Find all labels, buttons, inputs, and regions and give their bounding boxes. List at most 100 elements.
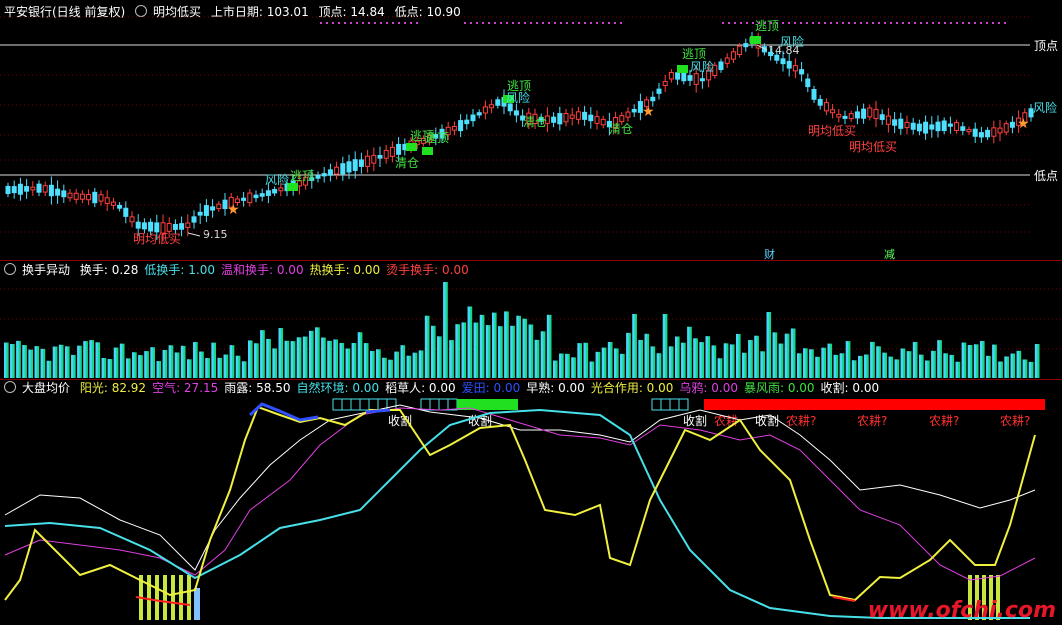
- candle-body: [135, 221, 141, 229]
- signal-label-buy: 明均低买: [808, 124, 856, 138]
- turnover-bar-highlight: [101, 357, 104, 378]
- candle-body: [867, 107, 873, 118]
- environment-box: [368, 398, 379, 411]
- signal-dot: [968, 22, 970, 24]
- signal-dot: [398, 22, 400, 24]
- candle-body: [898, 118, 904, 129]
- candle-body: [73, 192, 79, 200]
- candle-body: [36, 183, 42, 193]
- candle-body: [241, 197, 247, 201]
- turnover-bar-highlight: [540, 331, 544, 378]
- candle-body: [681, 72, 687, 82]
- turnover-bar-highlight: [766, 312, 769, 378]
- turnover-bar-highlight: [193, 342, 196, 378]
- candle-body: [978, 132, 984, 138]
- turnover-bar-highlight: [424, 315, 428, 378]
- turnover-bar-highlight: [339, 342, 342, 378]
- turnover-bar-highlight: [955, 361, 958, 378]
- price-panel[interactable]: 平安银行(日线 前复权) 明均低买 上市日期: 103.01 顶点: 14.84…: [0, 0, 1062, 261]
- candle-body: [377, 154, 383, 159]
- candle-body: [923, 121, 929, 134]
- signal-dot: [794, 22, 796, 24]
- signal-dot: [332, 22, 334, 24]
- signal-dot: [548, 22, 550, 24]
- candle-body: [724, 57, 730, 64]
- signal-dot: [362, 22, 364, 24]
- signal-dot: [386, 22, 388, 24]
- candle-body: [464, 119, 470, 125]
- turnover-bar-highlight: [809, 349, 812, 378]
- signal-dot: [326, 22, 328, 24]
- signal-dot: [344, 22, 346, 24]
- candle-body: [600, 118, 606, 126]
- candle-body: [259, 193, 265, 197]
- turnover-bar-highlight: [595, 351, 598, 378]
- candle-body: [811, 89, 817, 100]
- signal-dot: [806, 22, 808, 24]
- turnover-bar-highlight: [839, 353, 842, 378]
- turnover-bar-highlight: [626, 332, 629, 378]
- signal-dot: [530, 22, 532, 24]
- signal-dot: [584, 22, 586, 24]
- turnover-bar-highlight: [144, 351, 147, 378]
- signal-dot: [830, 22, 832, 24]
- farm-q-label: 农耕?: [857, 413, 887, 428]
- candle-body: [1009, 121, 1015, 128]
- turnover-bar-highlight: [546, 314, 550, 378]
- signal-dot: [596, 22, 598, 24]
- turnover-bar-highlight: [168, 345, 171, 378]
- turnover-bar-highlight: [174, 352, 178, 378]
- signal-dot: [944, 22, 946, 24]
- signal-label-risk: 风险: [690, 59, 714, 74]
- candle-body: [631, 108, 637, 113]
- signal-dot: [860, 22, 862, 24]
- candle-body: [557, 113, 563, 125]
- turnover-bar-highlight: [412, 352, 415, 378]
- signal-dot: [608, 22, 610, 24]
- candle-body: [321, 173, 327, 177]
- signal-dot: [722, 22, 724, 24]
- environment-box: [429, 398, 440, 411]
- turnover-bar-highlight: [681, 342, 684, 378]
- candle-body: [247, 192, 253, 204]
- signal-dot: [572, 22, 574, 24]
- environment-box: [350, 398, 361, 411]
- candle-body: [48, 184, 54, 197]
- field-line: [248, 402, 319, 422]
- candle-body: [24, 186, 30, 192]
- candle-body: [513, 110, 519, 116]
- signal-dot: [728, 22, 730, 24]
- candle-body: [985, 129, 991, 138]
- escape-box: [422, 147, 433, 155]
- market-panel[interactable]: 大盘均价 阳光: 82.92 空气: 27.15 雨露: 58.50 自然环境: 0.…: [0, 380, 1062, 625]
- candle-body: [594, 116, 600, 124]
- turnover-bar-highlight: [22, 345, 25, 378]
- signal-dot: [410, 22, 412, 24]
- candle-body: [482, 106, 488, 114]
- turnover-bar-highlight: [467, 306, 470, 378]
- signal-dot: [368, 22, 370, 24]
- environment-box: [651, 398, 662, 411]
- signal-label-clear: 清仓: [609, 122, 633, 136]
- turnover-bar-highlight: [577, 343, 580, 378]
- signal-dot: [956, 22, 958, 24]
- turnover-bar-highlight: [961, 342, 964, 378]
- turnover-bar-highlight: [394, 351, 397, 378]
- turnover-bar-highlight: [845, 341, 849, 378]
- signal-label-escape: 逃顶: [290, 169, 314, 183]
- turnover-bar-highlight: [4, 342, 7, 378]
- signal-dot: [812, 22, 814, 24]
- candle-body: [346, 161, 352, 173]
- candle-body: [997, 127, 1003, 134]
- turnover-bar-highlight: [894, 359, 897, 378]
- candle-body: [30, 186, 36, 191]
- sunlight-stripe: [187, 575, 191, 620]
- turnover-bar-highlight: [205, 358, 208, 378]
- environment-box: [678, 398, 689, 411]
- turnover-bar-highlight: [199, 351, 202, 378]
- turnover-bar-highlight: [473, 322, 476, 378]
- candle-body: [910, 122, 916, 130]
- candle-body: [17, 183, 23, 195]
- turnover-panel[interactable]: 换手异动 换手: 0.28 低换手: 1.00 温和换手: 0.00 热换手: 0.0…: [0, 261, 1062, 380]
- turnover-bar-highlight: [693, 338, 696, 378]
